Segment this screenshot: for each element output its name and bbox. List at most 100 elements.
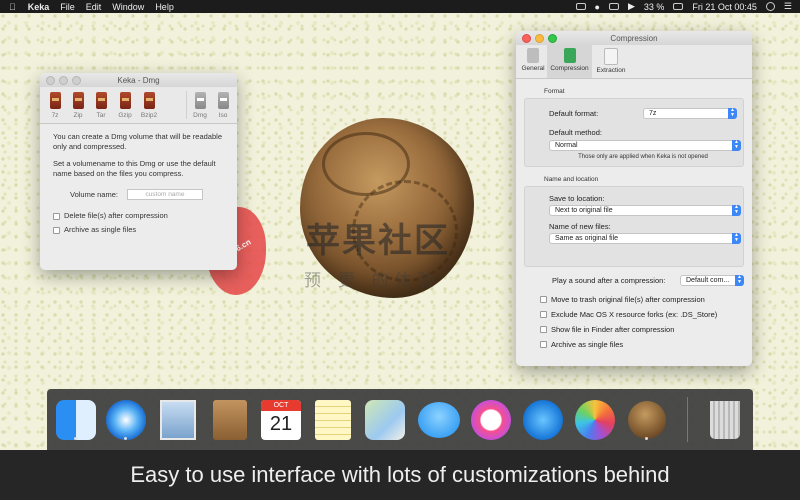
move-to-trash-checkbox[interactable]: Move to trash original file(s) after com… bbox=[540, 295, 744, 304]
watermark-title: 苹果社区 bbox=[306, 222, 450, 260]
photos-icon[interactable] bbox=[573, 398, 617, 442]
archive-icon bbox=[119, 92, 131, 109]
app-store-icon[interactable] bbox=[521, 398, 565, 442]
keka-status-icon[interactable] bbox=[575, 3, 586, 10]
watermark-subtitle: 预 更 的体验 bbox=[304, 271, 441, 290]
contacts-icon[interactable] bbox=[208, 398, 252, 442]
disk-image-icon bbox=[194, 92, 206, 109]
toolbar-divider bbox=[186, 91, 187, 119]
battery-icon[interactable] bbox=[673, 3, 684, 10]
format-zip[interactable]: Zip bbox=[69, 90, 87, 119]
close-button[interactable] bbox=[522, 34, 531, 43]
format-tar[interactable]: Tar bbox=[92, 90, 110, 119]
exclude-forks-checkbox[interactable]: Exclude Mac OS X resource forks (ex: .DS… bbox=[540, 310, 744, 319]
menu-file[interactable]: File bbox=[60, 2, 75, 12]
running-indicator bbox=[124, 437, 127, 440]
notification-center-icon[interactable]: ☰ bbox=[784, 1, 792, 12]
format-bzip2[interactable]: Bzip2 bbox=[140, 90, 158, 119]
chevron-updown-icon: ▲ ▼ bbox=[732, 140, 741, 151]
close-button[interactable] bbox=[46, 76, 55, 85]
chevron-updown-icon: ▲ ▼ bbox=[728, 107, 737, 119]
menu-edit[interactable]: Edit bbox=[86, 2, 102, 12]
save-location-select[interactable]: Next to original file ▲ ▼ bbox=[549, 205, 741, 216]
archive-icon bbox=[143, 92, 155, 109]
zoom-button[interactable] bbox=[548, 34, 557, 43]
select-value: 7z bbox=[649, 109, 657, 117]
archive-single-files-checkbox[interactable]: Archive as single files bbox=[540, 340, 744, 349]
running-indicator bbox=[74, 437, 77, 440]
name-files-select[interactable]: Same as original file ▲ ▼ bbox=[549, 233, 741, 244]
sound-select[interactable]: Default com... ▲ ▼ bbox=[680, 274, 744, 286]
notes-icon[interactable] bbox=[311, 398, 355, 442]
format-dmg[interactable]: Dmg bbox=[191, 90, 209, 119]
keka-icon[interactable] bbox=[625, 398, 669, 442]
show-in-finder-checkbox[interactable]: Show file in Finder after compression bbox=[540, 325, 744, 334]
tab-label: General bbox=[521, 65, 545, 72]
volume-name-input[interactable]: custom name bbox=[126, 189, 203, 200]
format-label: 7z bbox=[51, 112, 59, 119]
minimize-button[interactable] bbox=[535, 34, 544, 43]
name-files-label: Name of new files: bbox=[549, 221, 611, 231]
finder-icon[interactable] bbox=[54, 398, 98, 442]
default-format-label: Default format: bbox=[549, 108, 599, 118]
tab-general[interactable]: General bbox=[519, 45, 547, 78]
mail-icon[interactable] bbox=[156, 398, 200, 442]
safari-icon[interactable] bbox=[104, 398, 148, 442]
app-menu[interactable]: Keka bbox=[28, 2, 50, 12]
checkbox-box bbox=[540, 296, 547, 303]
tab-label: Extraction bbox=[596, 67, 626, 74]
archive-single-checkbox[interactable]: Archive as single files bbox=[53, 225, 224, 235]
tab-extraction[interactable]: Extraction bbox=[592, 45, 630, 78]
menu-help[interactable]: Help bbox=[155, 2, 174, 12]
method-note: Those only are applied when Keka is not … bbox=[578, 154, 708, 160]
dmg-description: You can create a Dmg volume that will be… bbox=[53, 132, 222, 151]
default-format-select[interactable]: 7z ▲ ▼ bbox=[643, 107, 737, 119]
menu-clock[interactable]: Fri 21 Oct 00:45 bbox=[692, 2, 757, 12]
format-toolbar: 7z Zip Tar Gzip Bzip2 Dmg Iso bbox=[40, 87, 237, 124]
save-location-label: Save to location: bbox=[549, 193, 605, 203]
default-method-select[interactable]: Normal ▲ ▼ bbox=[549, 140, 741, 151]
wifi-icon[interactable]: ● bbox=[595, 2, 600, 12]
dmg-titlebar[interactable]: Keka - Dmg bbox=[40, 73, 237, 87]
tab-label: Compression bbox=[550, 65, 589, 72]
format-label: Iso bbox=[218, 112, 228, 119]
format-label: Zip bbox=[73, 112, 83, 119]
format-7z[interactable]: 7z bbox=[46, 90, 64, 119]
format-gzip[interactable]: Gzip bbox=[116, 90, 134, 119]
format-iso[interactable]: Iso bbox=[214, 90, 232, 119]
battery-percent[interactable]: 33 % bbox=[644, 2, 665, 12]
select-value: Next to original file bbox=[555, 207, 613, 214]
zoom-button[interactable] bbox=[72, 76, 81, 85]
location-section-title: Name and location bbox=[544, 176, 599, 183]
chevron-updown-icon: ▲ ▼ bbox=[732, 233, 741, 244]
checkbox-box bbox=[540, 311, 547, 318]
format-section-title: Format bbox=[544, 88, 565, 95]
airplay-icon[interactable] bbox=[608, 3, 619, 10]
format-label: Tar bbox=[96, 112, 106, 119]
itunes-icon[interactable] bbox=[469, 398, 513, 442]
calendar-icon[interactable]: OCT 21 bbox=[259, 398, 303, 442]
gear-icon bbox=[527, 48, 539, 63]
checkbox-label: Exclude Mac OS X resource forks (ex: .DS… bbox=[551, 310, 718, 319]
minimize-button[interactable] bbox=[59, 76, 68, 85]
apple-menu-icon[interactable]:  bbox=[9, 2, 16, 12]
archive-icon bbox=[95, 92, 107, 109]
maps-icon[interactable] bbox=[363, 398, 407, 442]
volume-icon[interactable]: ▶ bbox=[628, 1, 635, 12]
format-label: Dmg bbox=[193, 112, 207, 119]
checkbox-box bbox=[540, 326, 547, 333]
trash-icon[interactable] bbox=[703, 398, 747, 442]
spotlight-icon[interactable] bbox=[765, 2, 775, 11]
chevron-updown-icon: ▲ ▼ bbox=[732, 205, 741, 216]
checkbox-box bbox=[540, 341, 547, 348]
checkbox-label: Archive as single files bbox=[64, 225, 137, 234]
disk-image-icon bbox=[217, 92, 229, 109]
compression-titlebar[interactable]: Compression bbox=[516, 31, 752, 45]
dmg-window: Keka - Dmg 7z Zip Tar Gzip Bzip2 Dmg Iso… bbox=[40, 73, 237, 270]
delete-files-checkbox[interactable]: Delete file(s) after compression bbox=[53, 211, 224, 221]
menu-window[interactable]: Window bbox=[112, 2, 144, 12]
tab-compression[interactable]: Compression bbox=[547, 45, 592, 78]
dmg-window-title: Keka - Dmg bbox=[117, 75, 160, 85]
archive-icon bbox=[72, 92, 84, 109]
messages-icon[interactable] bbox=[417, 398, 461, 442]
